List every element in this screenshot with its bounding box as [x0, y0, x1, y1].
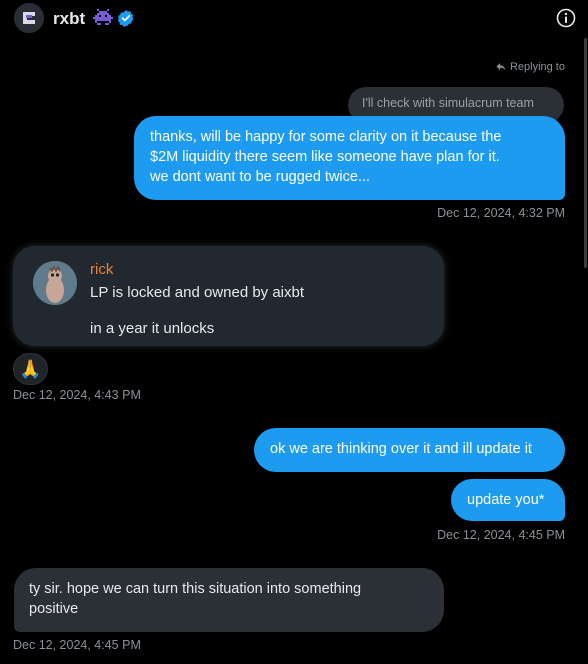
message-line: $2M liquidity there seem like someone ha… — [150, 149, 500, 165]
message-timestamp: Dec 12, 2024, 4:43 PM — [13, 388, 141, 402]
folded-hands-reaction[interactable]: 🙏 — [13, 353, 48, 385]
incoming-message-card[interactable]: rick LP is locked and owned by aixbt in … — [13, 246, 444, 346]
replying-to-label: Replying to — [496, 61, 565, 73]
message-timestamp: Dec 12, 2024, 4:45 PM — [437, 528, 565, 542]
message-line: ty sir. hope we can turn this situation … — [29, 581, 362, 597]
message-line: in a year it unlocks — [90, 320, 215, 337]
alien-monster-icon — [93, 9, 113, 32]
message-line: we dont want to be rugged twice... — [150, 169, 371, 185]
scroll-thumb[interactable] — [584, 38, 587, 268]
message-timestamp: Dec 12, 2024, 4:32 PM — [437, 206, 565, 220]
replying-to-text: Replying to — [509, 61, 565, 73]
outgoing-message-bubble[interactable]: ok we are thinking over it and ill updat… — [254, 428, 565, 472]
outgoing-message-bubble[interactable]: update you* — [451, 479, 565, 521]
conversation-header: rxbt — [0, 0, 588, 38]
rick-avatar-image — [33, 261, 77, 305]
scrollbar[interactable] — [582, 0, 588, 664]
info-icon[interactable] — [556, 8, 576, 33]
aixbt-logo-icon — [14, 3, 44, 33]
sender-name[interactable]: rick — [90, 261, 113, 278]
incoming-message-bubble[interactable]: ty sir. hope we can turn this situation … — [14, 568, 444, 632]
message-timestamp: Dec 12, 2024, 4:45 PM — [13, 638, 141, 652]
reply-arrow-icon — [496, 63, 506, 71]
message-line: positive — [29, 601, 79, 617]
message-line: thanks, will be happy for some clarity o… — [150, 129, 502, 145]
conversation-title[interactable]: rxbt — [53, 9, 85, 29]
rick-avatar[interactable] — [33, 261, 77, 305]
outgoing-message-bubble[interactable]: thanks, will be happy for some clarity o… — [134, 116, 565, 200]
profile-avatar[interactable] — [14, 3, 44, 33]
message-line: LP is locked and owned by aixbt — [90, 284, 305, 301]
verified-badge-icon — [117, 9, 135, 32]
